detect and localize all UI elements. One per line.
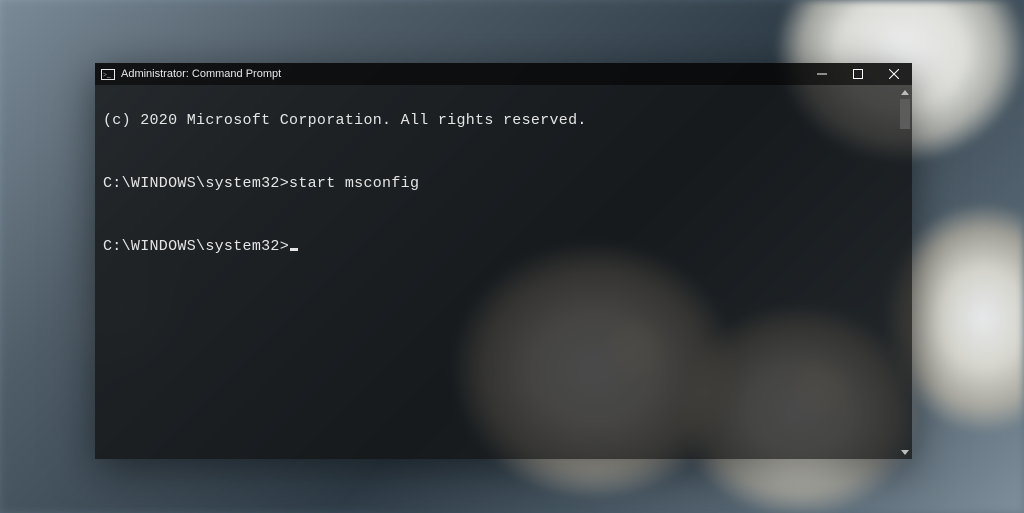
maximize-icon	[853, 69, 863, 79]
terminal-content[interactable]: (c) 2020 Microsoft Corporation. All righ…	[95, 85, 898, 459]
window-controls	[804, 63, 912, 85]
window-title: Administrator: Command Prompt	[121, 68, 281, 80]
minimize-icon	[817, 69, 827, 79]
terminal-command-line: C:\WINDOWS\system32>start msconfig	[103, 173, 890, 194]
scroll-up-button[interactable]	[898, 85, 912, 99]
chevron-up-icon	[901, 90, 909, 95]
close-icon	[889, 69, 899, 79]
minimize-button[interactable]	[804, 63, 840, 85]
prompt-path: C:\WINDOWS\system32>	[103, 175, 289, 192]
terminal-copyright-line: (c) 2020 Microsoft Corporation. All righ…	[103, 110, 890, 131]
command-prompt-window: >_ Administrator: Command Prompt	[95, 63, 912, 459]
terminal-prompt-line: C:\WINDOWS\system32>	[103, 236, 890, 257]
chevron-down-icon	[901, 450, 909, 455]
prompt-path: C:\WINDOWS\system32>	[103, 238, 289, 255]
svg-text:>_: >_	[103, 71, 111, 79]
scroll-thumb[interactable]	[900, 99, 910, 129]
scroll-down-button[interactable]	[898, 445, 912, 459]
titlebar[interactable]: >_ Administrator: Command Prompt	[95, 63, 912, 85]
typed-command: start msconfig	[289, 175, 419, 192]
terminal-area[interactable]: (c) 2020 Microsoft Corporation. All righ…	[95, 85, 912, 459]
maximize-button[interactable]	[840, 63, 876, 85]
close-button[interactable]	[876, 63, 912, 85]
vertical-scrollbar[interactable]	[898, 85, 912, 459]
text-cursor	[290, 248, 298, 251]
cmd-icon: >_	[101, 68, 115, 80]
